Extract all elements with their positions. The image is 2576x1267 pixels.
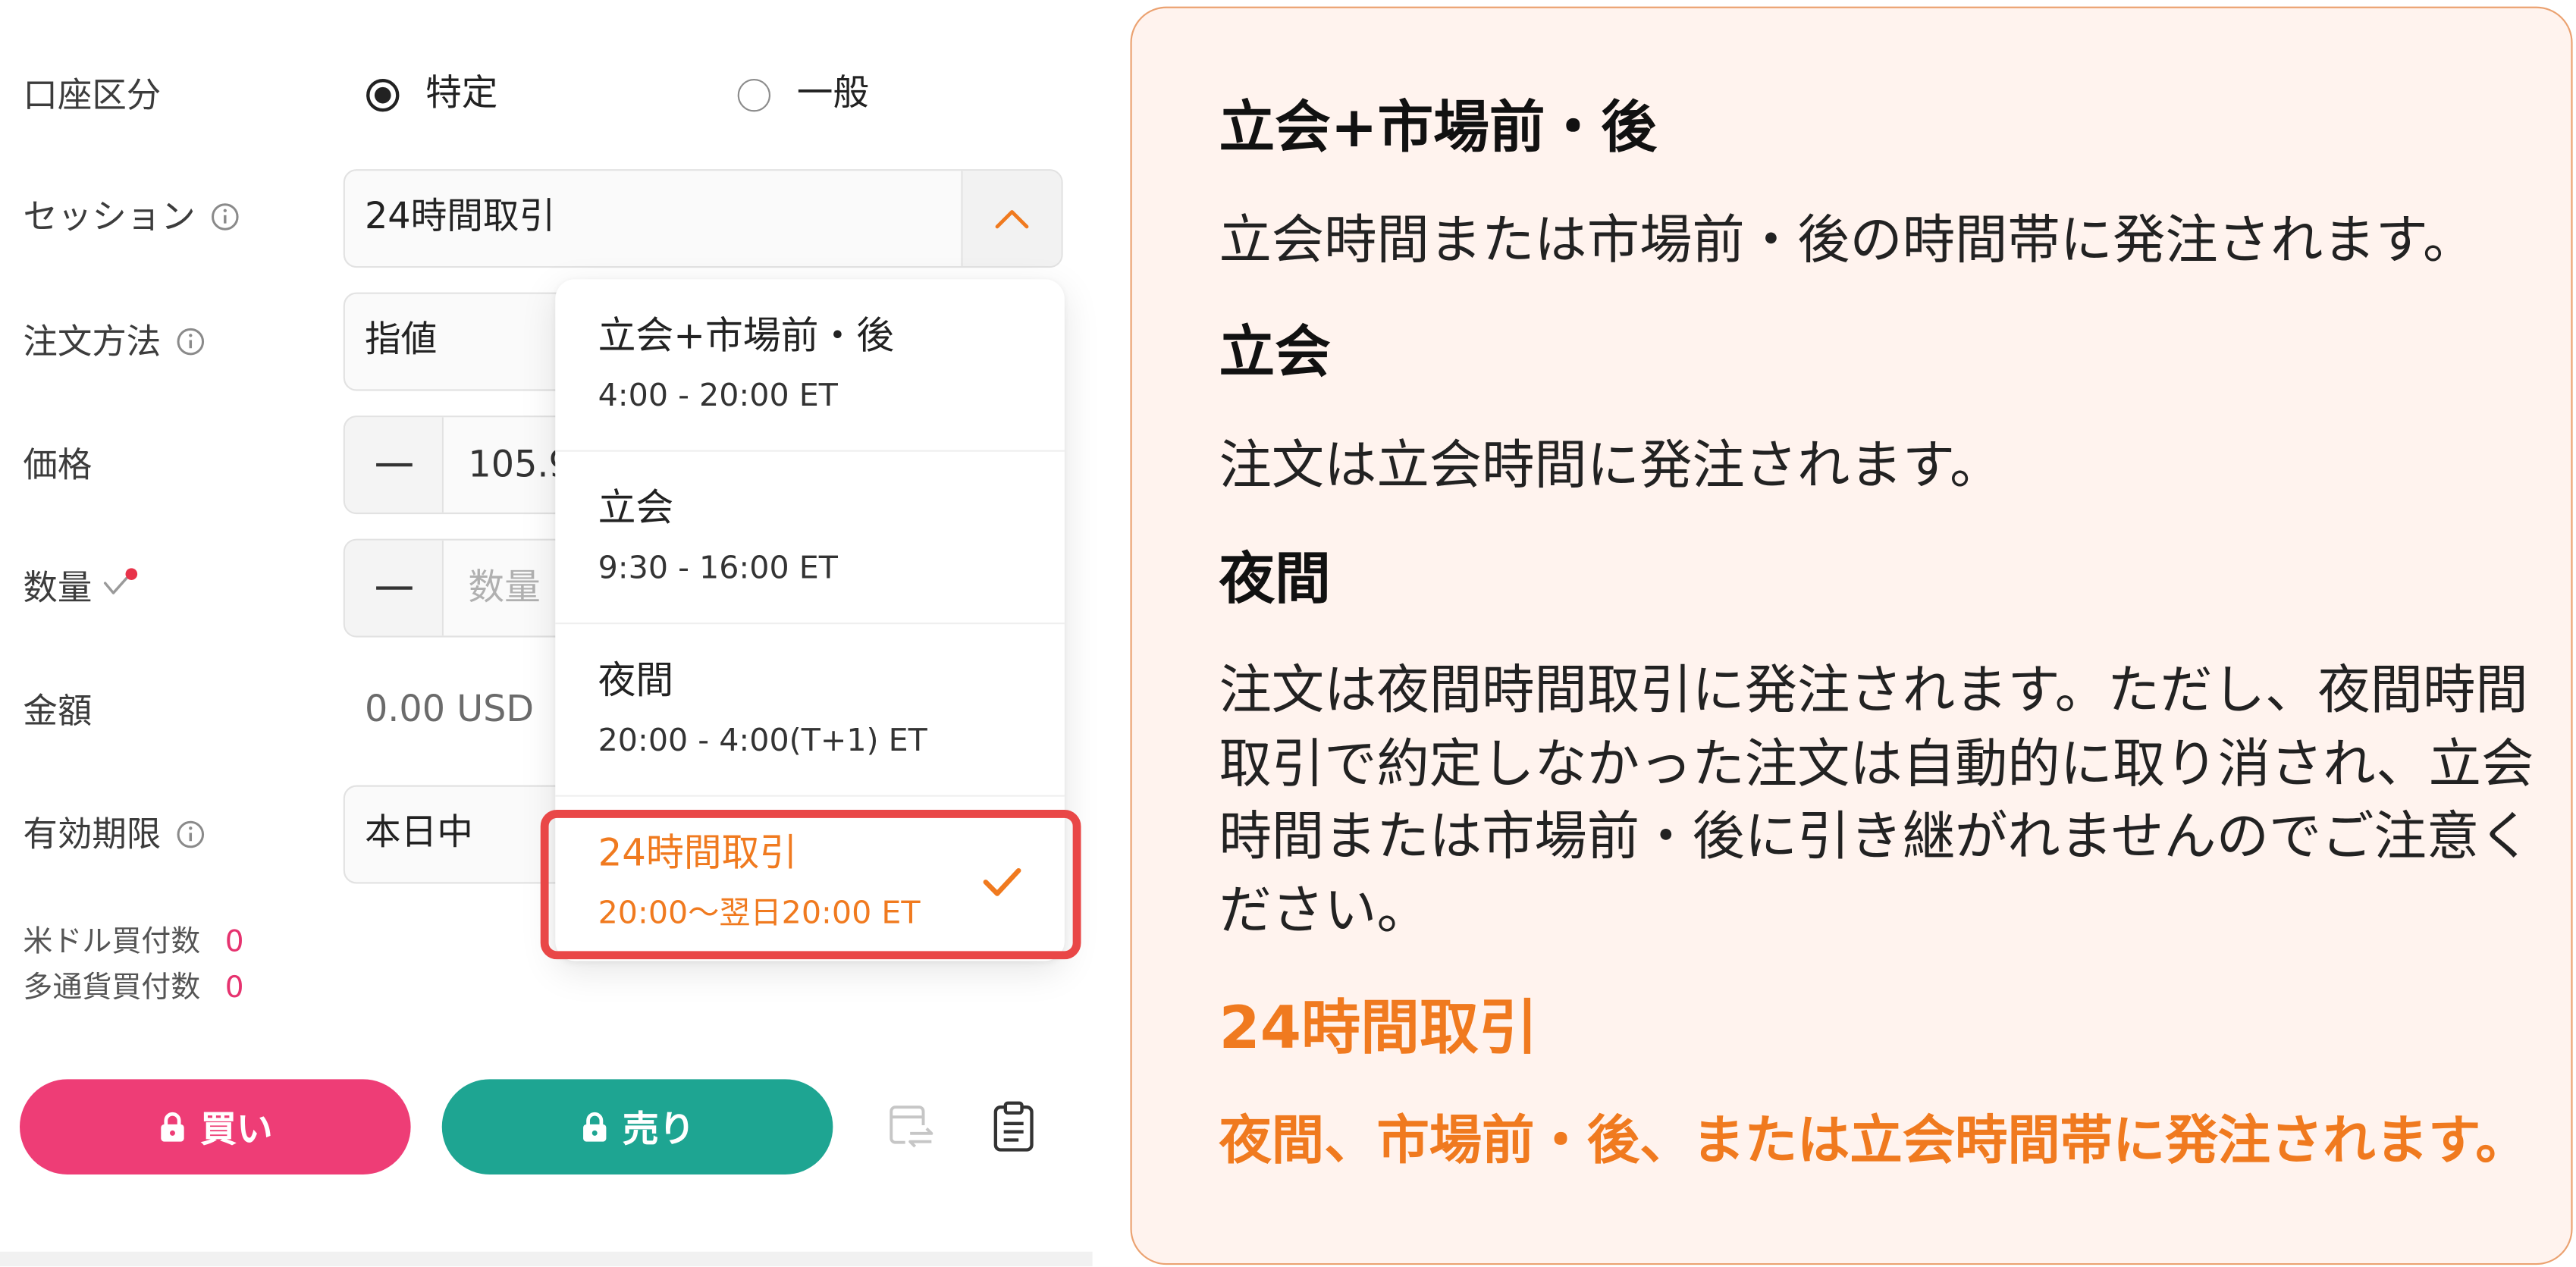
session-option-night[interactable]: 夜間 20:00 - 4:00(T+1) ET xyxy=(555,624,1065,797)
screen: 口座区分 特定 一般 セッション 24時間取引 注文方法 指値 価格 105.9… xyxy=(0,0,2576,1267)
minus-icon xyxy=(375,463,412,467)
option-hours: 20:00 - 4:00(T+1) ET xyxy=(598,723,927,759)
quantity-decrement-button[interactable] xyxy=(344,540,444,636)
option-title: 立会+市場前・後 xyxy=(598,315,895,359)
help-body: 夜間、市場前・後、または立会時間帯に発注されます。 xyxy=(1219,1109,2528,1171)
account-type-label-text: 口座区分 xyxy=(23,75,162,115)
price-label: 価格 xyxy=(23,441,92,490)
session-select[interactable]: 24時間取引 xyxy=(343,169,1063,268)
multi-currency-buy-count: 多通貨買付数 0 xyxy=(23,969,243,1008)
session-help-panel: 立会+市場前・後 立会時間または市場前・後の時間帯に発注されます。 立会 注文は… xyxy=(1130,6,2573,1265)
lock-icon xyxy=(583,1112,607,1142)
expiry-label: 有効期限 xyxy=(23,810,205,859)
session-option-regular[interactable]: 立会 9:30 - 16:00 ET xyxy=(555,452,1065,625)
help-body: 注文は夜間時間取引に発注されます。ただし、夜間時間取引で約定しなかった注文は自動… xyxy=(1219,658,2534,942)
help-heading: 立会 xyxy=(1219,319,1331,386)
option-hours: 9:30 - 16:00 ET xyxy=(598,550,838,587)
option-title: 24時間取引 xyxy=(598,833,798,876)
radio-label: 一般 xyxy=(796,74,870,115)
usd-buy-count-value: 0 xyxy=(224,924,244,960)
order-method-label-text: 注文方法 xyxy=(23,321,162,362)
expiry-value: 本日中 xyxy=(364,813,473,855)
session-label-text: セッション xyxy=(23,196,196,237)
info-icon[interactable] xyxy=(210,202,240,231)
order-method-label: 注文方法 xyxy=(23,317,205,366)
lock-icon xyxy=(161,1112,184,1142)
help-body: 立会時間または市場前・後の時間帯に発注されます。 xyxy=(1219,209,2476,271)
amount-value: 0.00 USD xyxy=(364,689,535,732)
bottom-divider xyxy=(0,1251,1093,1267)
option-title: 夜間 xyxy=(598,660,674,704)
check-badge-icon xyxy=(103,568,138,594)
multi-currency-buy-count-value: 0 xyxy=(224,971,244,1005)
session-option-24h[interactable]: 24時間取引 20:00〜翌日20:00 ET xyxy=(555,797,1065,961)
expiry-label-text: 有効期限 xyxy=(23,814,162,855)
amount-label: 金額 xyxy=(23,687,92,736)
session-toggle-button[interactable] xyxy=(961,171,1062,266)
price-decrement-button[interactable] xyxy=(344,417,444,513)
quantity-label-text: 数量 xyxy=(23,568,93,608)
radio-button[interactable] xyxy=(366,78,400,112)
option-hours: 4:00 - 20:00 ET xyxy=(598,378,838,414)
session-label: セッション xyxy=(23,192,240,241)
option-hours: 20:00〜翌日20:00 ET xyxy=(598,895,921,932)
buy-button-label: 買い xyxy=(200,1110,273,1152)
minus-icon xyxy=(375,586,412,590)
sell-button[interactable]: 売り xyxy=(441,1079,833,1174)
buy-button[interactable]: 買い xyxy=(19,1079,411,1174)
chevron-up-icon xyxy=(995,209,1029,228)
option-title: 立会 xyxy=(598,488,674,531)
amount-label-text: 金額 xyxy=(23,692,93,732)
usd-buy-count: 米ドル買付数 0 xyxy=(23,924,243,963)
check-icon xyxy=(983,867,1021,896)
order-method-value: 指値 xyxy=(364,320,438,362)
radio-button[interactable] xyxy=(737,78,771,112)
radio-label: 特定 xyxy=(425,74,498,115)
account-type-label: 口座区分 xyxy=(23,71,161,120)
sell-button-label: 売り xyxy=(623,1110,695,1152)
usd-buy-count-label: 米ドル買付数 xyxy=(23,924,201,960)
session-value: 24時間取引 xyxy=(364,196,556,239)
info-icon[interactable] xyxy=(176,820,206,849)
help-heading: 立会+市場前・後 xyxy=(1219,94,1657,161)
session-dropdown-menu: 立会+市場前・後 4:00 - 20:00 ET 立会 9:30 - 16:00… xyxy=(555,279,1065,961)
radio-option-tokutei[interactable]: 特定 xyxy=(366,71,497,120)
session-option-regular-extended[interactable]: 立会+市場前・後 4:00 - 20:00 ET xyxy=(555,279,1065,452)
radio-option-ippan[interactable]: 一般 xyxy=(737,71,870,120)
price-label-text: 価格 xyxy=(23,445,93,485)
help-body: 注文は立会時間に発注されます。 xyxy=(1219,433,2003,497)
multi-currency-buy-count-label: 多通貨買付数 xyxy=(23,971,201,1005)
help-heading: 夜間 xyxy=(1219,546,1331,612)
info-icon[interactable] xyxy=(176,327,206,356)
transfer-icon[interactable] xyxy=(887,1102,937,1152)
quantity-label: 数量 xyxy=(23,563,138,613)
clipboard-icon[interactable] xyxy=(993,1100,1035,1153)
help-heading: 24時間取引 xyxy=(1219,994,1538,1062)
